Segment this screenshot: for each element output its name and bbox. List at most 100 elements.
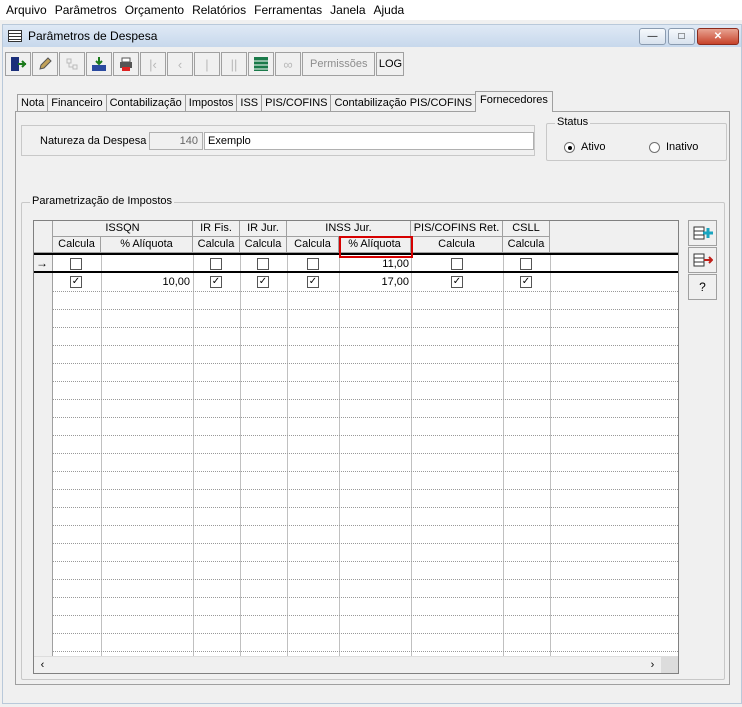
log-button[interactable]: LOG bbox=[376, 52, 405, 76]
natureza-name-field[interactable]: Exemplo bbox=[204, 132, 534, 150]
row1-inss-calcula-checkbox[interactable] bbox=[307, 258, 319, 270]
last-record-button[interactable]: || bbox=[221, 52, 247, 76]
row1-irfis-checkbox[interactable] bbox=[210, 258, 222, 270]
header-ir-fis: IR Fis. bbox=[193, 221, 240, 237]
parametrizacao-legend: Parametrização de Impostos bbox=[30, 195, 175, 207]
status-ativo-label: Ativo bbox=[581, 141, 606, 153]
grid-view-button[interactable] bbox=[248, 52, 274, 76]
edit-button[interactable] bbox=[32, 52, 58, 76]
row2-issqn-calcula-checkbox[interactable]: ✓ bbox=[70, 276, 82, 288]
menu-janela[interactable]: Janela bbox=[326, 0, 369, 20]
first-record-icon: |‹ bbox=[149, 56, 157, 72]
grid-row-line bbox=[53, 561, 678, 562]
subheader-irjur-calcula: Calcula bbox=[240, 237, 287, 253]
grid-row-line bbox=[53, 471, 678, 472]
current-row-arrow-icon: → bbox=[36, 256, 48, 270]
col-divider bbox=[193, 253, 194, 673]
row-indicator-column bbox=[34, 221, 53, 657]
status-ativo-radio[interactable]: Ativo bbox=[564, 141, 605, 153]
status-inativo-radio[interactable]: Inativo bbox=[649, 141, 698, 153]
help-button[interactable]: ? bbox=[688, 274, 717, 300]
remove-row-button[interactable] bbox=[688, 247, 717, 273]
col-divider bbox=[287, 253, 288, 673]
last-record-icon: || bbox=[230, 56, 238, 72]
window-title: Parâmetros de Despesa bbox=[28, 29, 158, 43]
first-record-button[interactable]: |‹ bbox=[140, 52, 166, 76]
tab-financeiro[interactable]: Financeiro bbox=[47, 94, 107, 112]
row1-csll-checkbox[interactable] bbox=[520, 258, 532, 270]
menu-relatorios[interactable]: Relatórios bbox=[188, 0, 250, 20]
close-icon: ✕ bbox=[713, 31, 723, 42]
add-row-icon bbox=[693, 226, 713, 240]
row1-irjur-checkbox[interactable] bbox=[257, 258, 269, 270]
status-group: Status Ativo Inativo bbox=[546, 116, 727, 161]
tab-fornecedores[interactable]: Fornecedores bbox=[475, 91, 553, 112]
minimize-button[interactable]: — bbox=[639, 28, 666, 45]
tree-button[interactable] bbox=[59, 52, 85, 76]
import-button[interactable] bbox=[86, 52, 112, 76]
grid-row-line bbox=[53, 507, 678, 508]
natureza-code-field[interactable]: 140 bbox=[149, 132, 203, 150]
tab-nota[interactable]: Nota bbox=[17, 94, 49, 112]
grid-row-line bbox=[53, 651, 678, 652]
col-divider bbox=[240, 253, 241, 673]
scroll-right-icon[interactable]: › bbox=[644, 657, 661, 673]
minimize-icon: — bbox=[647, 31, 658, 42]
grid-row-line bbox=[53, 435, 678, 436]
subheader-inss-calcula: Calcula bbox=[287, 237, 339, 253]
row2-irfis-checkbox[interactable]: ✓ bbox=[210, 276, 222, 288]
header-inss-jur: INSS Jur. bbox=[287, 221, 411, 237]
tab-pis-cofins[interactable]: PIS/COFINS bbox=[261, 94, 332, 112]
tab-iss[interactable]: ISS bbox=[236, 94, 263, 112]
tab-impostos[interactable]: Impostos bbox=[184, 94, 238, 112]
row2-csll-checkbox[interactable]: ✓ bbox=[520, 276, 532, 288]
col-divider bbox=[339, 253, 340, 673]
menu-orcamento[interactable]: Orçamento bbox=[121, 0, 188, 20]
row2-irjur-checkbox[interactable]: ✓ bbox=[257, 276, 269, 288]
scroll-left-icon[interactable]: ‹ bbox=[34, 657, 51, 673]
header-issqn: ISSQN bbox=[53, 221, 193, 237]
close-button[interactable]: ✕ bbox=[697, 28, 739, 45]
col-divider bbox=[411, 253, 412, 673]
binoculars-button[interactable]: ∞ bbox=[275, 52, 301, 76]
maximize-icon: □ bbox=[678, 31, 685, 42]
grid-row-line bbox=[53, 291, 678, 292]
next-record-button[interactable]: | bbox=[194, 52, 220, 76]
tab-contabilizacao[interactable]: Contabilização bbox=[105, 94, 186, 112]
row1-issqn-calcula-checkbox[interactable] bbox=[70, 258, 82, 270]
menu-ajuda[interactable]: Ajuda bbox=[370, 0, 409, 20]
permissoes-button[interactable]: Permissões bbox=[302, 52, 376, 76]
row1-pis-checkbox[interactable] bbox=[451, 258, 463, 270]
grid-row-line bbox=[53, 543, 678, 544]
print-button[interactable] bbox=[113, 52, 139, 76]
impostos-grid[interactable]: ISSQN IR Fis. IR Jur. INSS Jur. PIS/COFI… bbox=[33, 220, 679, 674]
add-row-button[interactable] bbox=[688, 220, 717, 246]
prev-record-button[interactable]: ‹ bbox=[167, 52, 193, 76]
header-filler bbox=[550, 221, 678, 253]
menu-arquivo[interactable]: Arquivo bbox=[2, 0, 51, 20]
exit-button[interactable] bbox=[5, 52, 31, 76]
row2-issqn-aliquota-cell[interactable]: 10,00 bbox=[101, 273, 190, 291]
tab-contabilizacao-pis-cofins[interactable]: Contabilização PIS/COFINS bbox=[330, 94, 477, 112]
menu-ferramentas[interactable]: Ferramentas bbox=[250, 0, 326, 20]
title-bar[interactable]: Parâmetros de Despesa — □ ✕ bbox=[3, 25, 741, 47]
status-inativo-label: Inativo bbox=[666, 141, 699, 153]
parametrizacao-group: Parametrização de Impostos ISSQN IR Fis.… bbox=[21, 195, 725, 680]
subheader-issqn-aliquota: % Alíquota bbox=[101, 237, 193, 253]
header-pis-cofins-ret: PIS/COFINS Ret. bbox=[411, 221, 503, 237]
grid-row-line bbox=[53, 615, 678, 616]
inss-aliquota-highlight bbox=[339, 236, 413, 258]
import-icon bbox=[92, 57, 106, 71]
grid-icon bbox=[254, 57, 268, 71]
horizontal-scrollbar[interactable]: ‹ › bbox=[34, 656, 678, 673]
row2-pis-checkbox[interactable]: ✓ bbox=[451, 276, 463, 288]
toolbar: |‹ ‹ | || ∞ Permissões LOG bbox=[5, 51, 405, 77]
maximize-button[interactable]: □ bbox=[668, 28, 695, 45]
grid-row-line bbox=[53, 309, 678, 310]
menu-parametros[interactable]: Parâmetros bbox=[51, 0, 121, 20]
row2-inss-calcula-checkbox[interactable]: ✓ bbox=[307, 276, 319, 288]
row2-inss-aliquota-cell[interactable]: 17,00 bbox=[339, 273, 409, 291]
natureza-label: Natureza da Despesa bbox=[40, 135, 147, 147]
fornecedores-page: Natureza da Despesa 140 Exemplo Status A… bbox=[15, 111, 730, 685]
tab-strip: Nota Financeiro Contabilização Impostos … bbox=[17, 91, 553, 112]
